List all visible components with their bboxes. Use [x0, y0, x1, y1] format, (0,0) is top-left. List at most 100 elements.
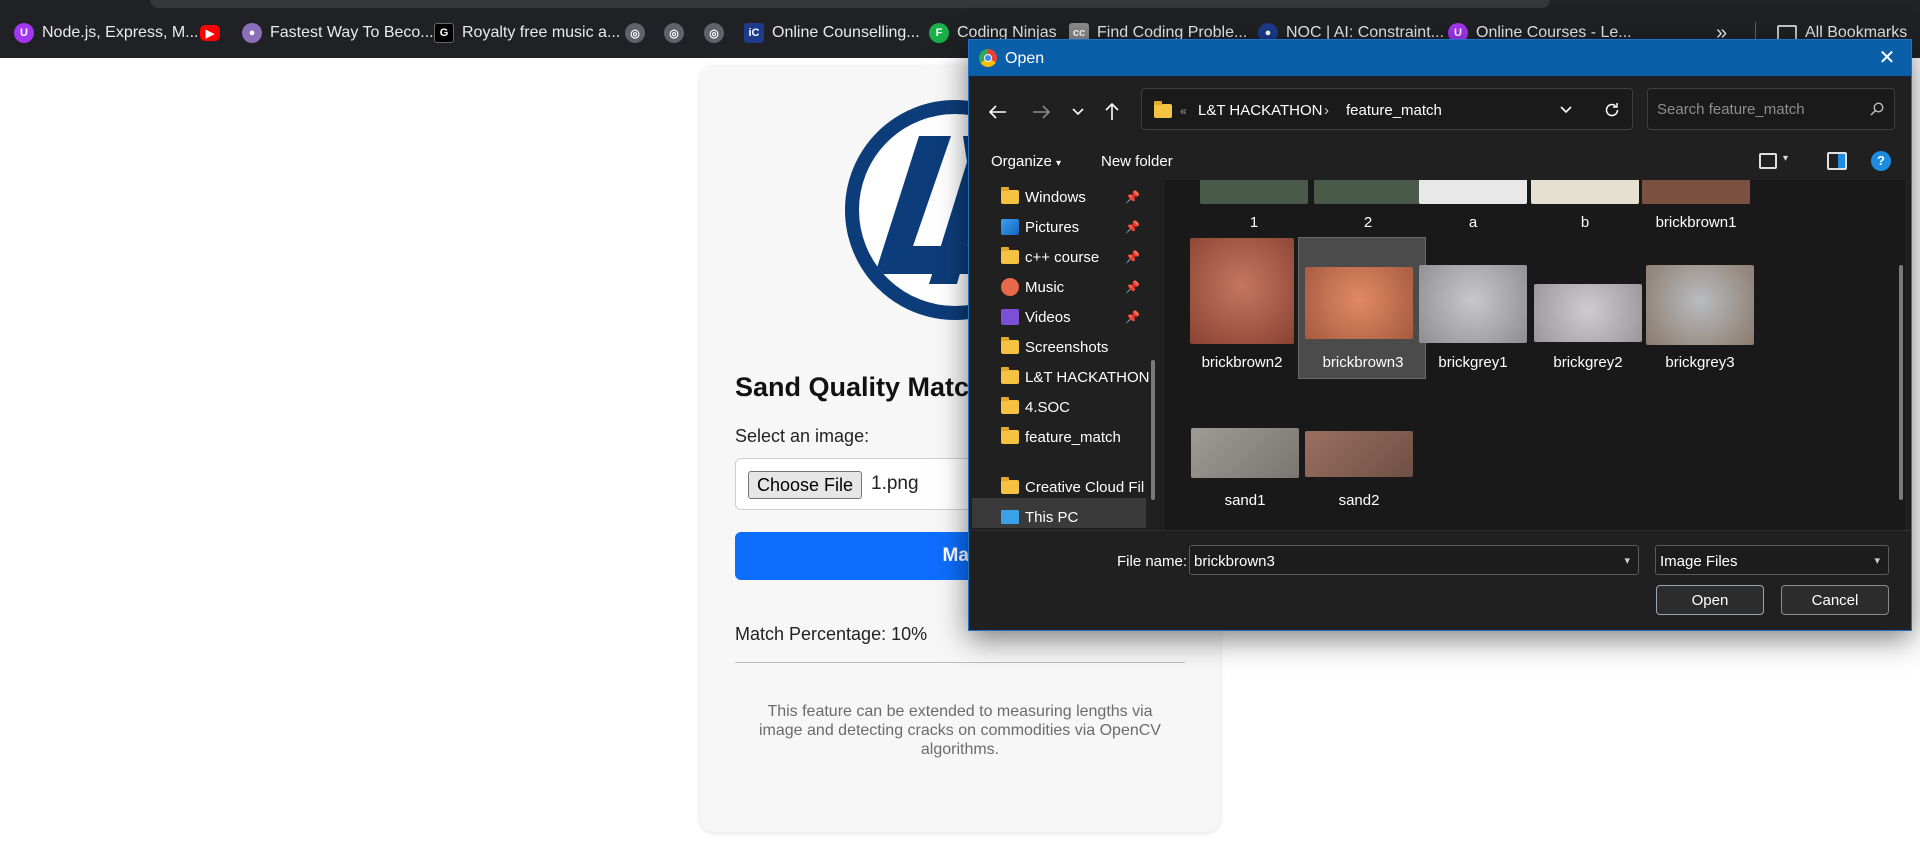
chevron-down-icon: [1072, 108, 1084, 116]
file-thumbnail-sand2[interactable]: [1305, 431, 1413, 477]
file-label-brickgrey3[interactable]: brickgrey3: [1635, 354, 1765, 371]
up-button[interactable]: [1095, 95, 1129, 129]
sidebar-item-creative-cloud[interactable]: Creative Cloud Fil: [1001, 474, 1144, 500]
caret-down-icon[interactable]: ▾: [1783, 153, 1788, 164]
file-label-brickgrey2[interactable]: brickgrey2: [1523, 354, 1653, 371]
selected-file-name: 1.png: [871, 473, 919, 494]
arrow-up-icon: [1105, 103, 1119, 120]
forward-button[interactable]: [1024, 95, 1058, 129]
file-thumbnail-2[interactable]: [1314, 180, 1422, 204]
cancel-button[interactable]: Cancel: [1781, 585, 1889, 615]
pin-icon: 📌: [1125, 280, 1140, 294]
navigation-pane: Windows 📌 Pictures 📌 c++ course 📌 Music …: [969, 180, 1159, 530]
recent-locations-button[interactable]: [1061, 95, 1095, 129]
page-title: Sand Quality Match: [735, 372, 986, 402]
help-icon[interactable]: ?: [1871, 151, 1891, 171]
file-thumbnail-brickgrey3[interactable]: [1646, 265, 1754, 345]
sidebar-item-4soc[interactable]: 4.SOC: [1001, 394, 1070, 420]
bookmark-globe-2[interactable]: ◎: [664, 20, 684, 46]
sidebar-item-label: Music: [1025, 278, 1065, 296]
coding-ninjas-icon: F: [929, 23, 949, 43]
sidebar-item-lt-hackathon[interactable]: L&T HACKATHON: [1001, 364, 1149, 390]
sidebar-item-label: Videos: [1025, 308, 1071, 326]
bookmark-royalty-free-music[interactable]: G Royalty free music a...: [434, 20, 620, 46]
search-input[interactable]: Search feature_match: [1647, 88, 1895, 130]
file-thumbnail-brickbrown2[interactable]: [1190, 238, 1294, 344]
sidebar-item-label: L&T HACKATHON: [1025, 368, 1150, 386]
refresh-icon[interactable]: [1604, 102, 1620, 118]
address-bar[interactable]: « L&T HACKATHON › feature_match: [1141, 88, 1633, 130]
file-thumbnail-sand1[interactable]: [1191, 428, 1299, 478]
file-label-sand2[interactable]: sand2: [1294, 492, 1424, 509]
file-label-a[interactable]: a: [1408, 214, 1538, 231]
sidebar-item-feature-match[interactable]: feature_match: [1001, 424, 1121, 450]
file-thumbnail-brickgrey1[interactable]: [1419, 265, 1527, 343]
chevron-down-icon: ▾: [1874, 555, 1880, 567]
file-label-brickbrown2[interactable]: brickbrown2: [1177, 354, 1307, 371]
bookmark-label: Node.js, Express, M...: [42, 24, 199, 41]
sidebar-item-this-pc[interactable]: This PC: [1001, 504, 1078, 530]
pin-icon: 📌: [1125, 190, 1140, 204]
dialog-title: Open: [1005, 50, 1045, 67]
sidebar-item-windows[interactable]: Windows: [1001, 184, 1086, 210]
search-icon: [1870, 102, 1884, 116]
file-type-select[interactable]: Image Files ▾: [1655, 545, 1889, 575]
youtube-icon: ▶: [200, 25, 220, 41]
file-thumbnail-brickbrown1[interactable]: [1642, 180, 1750, 204]
pc-icon: [1001, 510, 1019, 524]
file-type-value: Image Files: [1660, 553, 1738, 570]
back-button[interactable]: [981, 95, 1015, 129]
bookmark-youtube[interactable]: ▶: [200, 20, 220, 46]
new-folder-button[interactable]: New folder: [1101, 153, 1173, 170]
file-label-brickgrey1[interactable]: brickgrey1: [1408, 354, 1538, 371]
breadcrumb-lt-hackathon[interactable]: L&T HACKATHON: [1198, 102, 1322, 119]
file-name-input[interactable]: brickbrown3 ▾: [1189, 545, 1639, 575]
file-thumbnail-1[interactable]: [1200, 180, 1308, 204]
sidebar-item-pictures[interactable]: Pictures: [1001, 214, 1079, 240]
arrow-right-icon: [1033, 105, 1050, 119]
breadcrumb-feature-match[interactable]: feature_match: [1346, 102, 1442, 119]
chevron-down-icon[interactable]: ▾: [1624, 554, 1630, 567]
organize-button[interactable]: Organize ▾: [991, 153, 1061, 170]
choose-file-button[interactable]: Choose File: [748, 471, 862, 499]
sidebar-item-music[interactable]: Music: [1001, 274, 1064, 300]
caret-down-icon: ▾: [1056, 158, 1062, 169]
open-button[interactable]: Open: [1656, 585, 1764, 615]
bookmark-globe-1[interactable]: ◎: [625, 20, 645, 46]
file-label-1[interactable]: 1: [1189, 214, 1319, 231]
file-label-sand1[interactable]: sand1: [1180, 492, 1310, 509]
close-icon[interactable]: ✕: [1873, 46, 1901, 70]
search-placeholder: Search feature_match: [1657, 101, 1805, 118]
file-thumbnail-brickbrown3[interactable]: [1305, 267, 1413, 339]
bookmark-fastest-way[interactable]: ● Fastest Way To Beco...: [242, 20, 434, 46]
file-name-label: File name:: [1117, 553, 1188, 570]
divider: [735, 662, 1185, 663]
chrome-icon-center: [984, 54, 992, 62]
bookmark-label: Online Counselling...: [772, 24, 920, 41]
bookmark-online-counselling[interactable]: iC Online Counselling...: [744, 20, 920, 46]
file-thumbnail-b[interactable]: [1531, 180, 1639, 204]
bookmark-nodejs[interactable]: U Node.js, Express, M...: [14, 20, 199, 46]
file-name-value: brickbrown3: [1194, 553, 1275, 570]
file-list-scrollbar[interactable]: [1899, 265, 1903, 500]
file-thumbnail-a[interactable]: [1419, 180, 1527, 204]
file-thumbnail-brickgrey2[interactable]: [1534, 284, 1642, 342]
sidebar-item-screenshots[interactable]: Screenshots: [1001, 334, 1108, 360]
pictures-icon: [1001, 219, 1019, 235]
pin-icon: 📌: [1125, 220, 1140, 234]
sidebar-scrollbar[interactable]: [1151, 360, 1155, 500]
organize-label: Organize: [991, 153, 1052, 170]
bookmark-globe-3[interactable]: ◎: [704, 20, 724, 46]
sidebar-item-videos[interactable]: Videos: [1001, 304, 1071, 330]
view-icon[interactable]: [1759, 153, 1777, 169]
file-label-brickbrown1[interactable]: brickbrown1: [1631, 214, 1761, 231]
file-list-pane: 1 2 a b brickbrown1 brickbrown2 brickbro…: [1165, 180, 1905, 530]
videos-icon: [1001, 309, 1019, 325]
preview-pane-icon[interactable]: [1827, 152, 1847, 170]
sidebar-item-cpp-course[interactable]: c++ course: [1001, 244, 1099, 270]
open-file-dialog: Open ✕ « L&T HACKATHON › feature_match S…: [968, 39, 1912, 631]
sidebar-item-label: Pictures: [1025, 218, 1080, 236]
chevron-down-icon[interactable]: [1560, 106, 1572, 114]
sidebar-item-label: This PC: [1025, 508, 1079, 526]
breadcrumb-overflow[interactable]: «: [1180, 104, 1187, 118]
